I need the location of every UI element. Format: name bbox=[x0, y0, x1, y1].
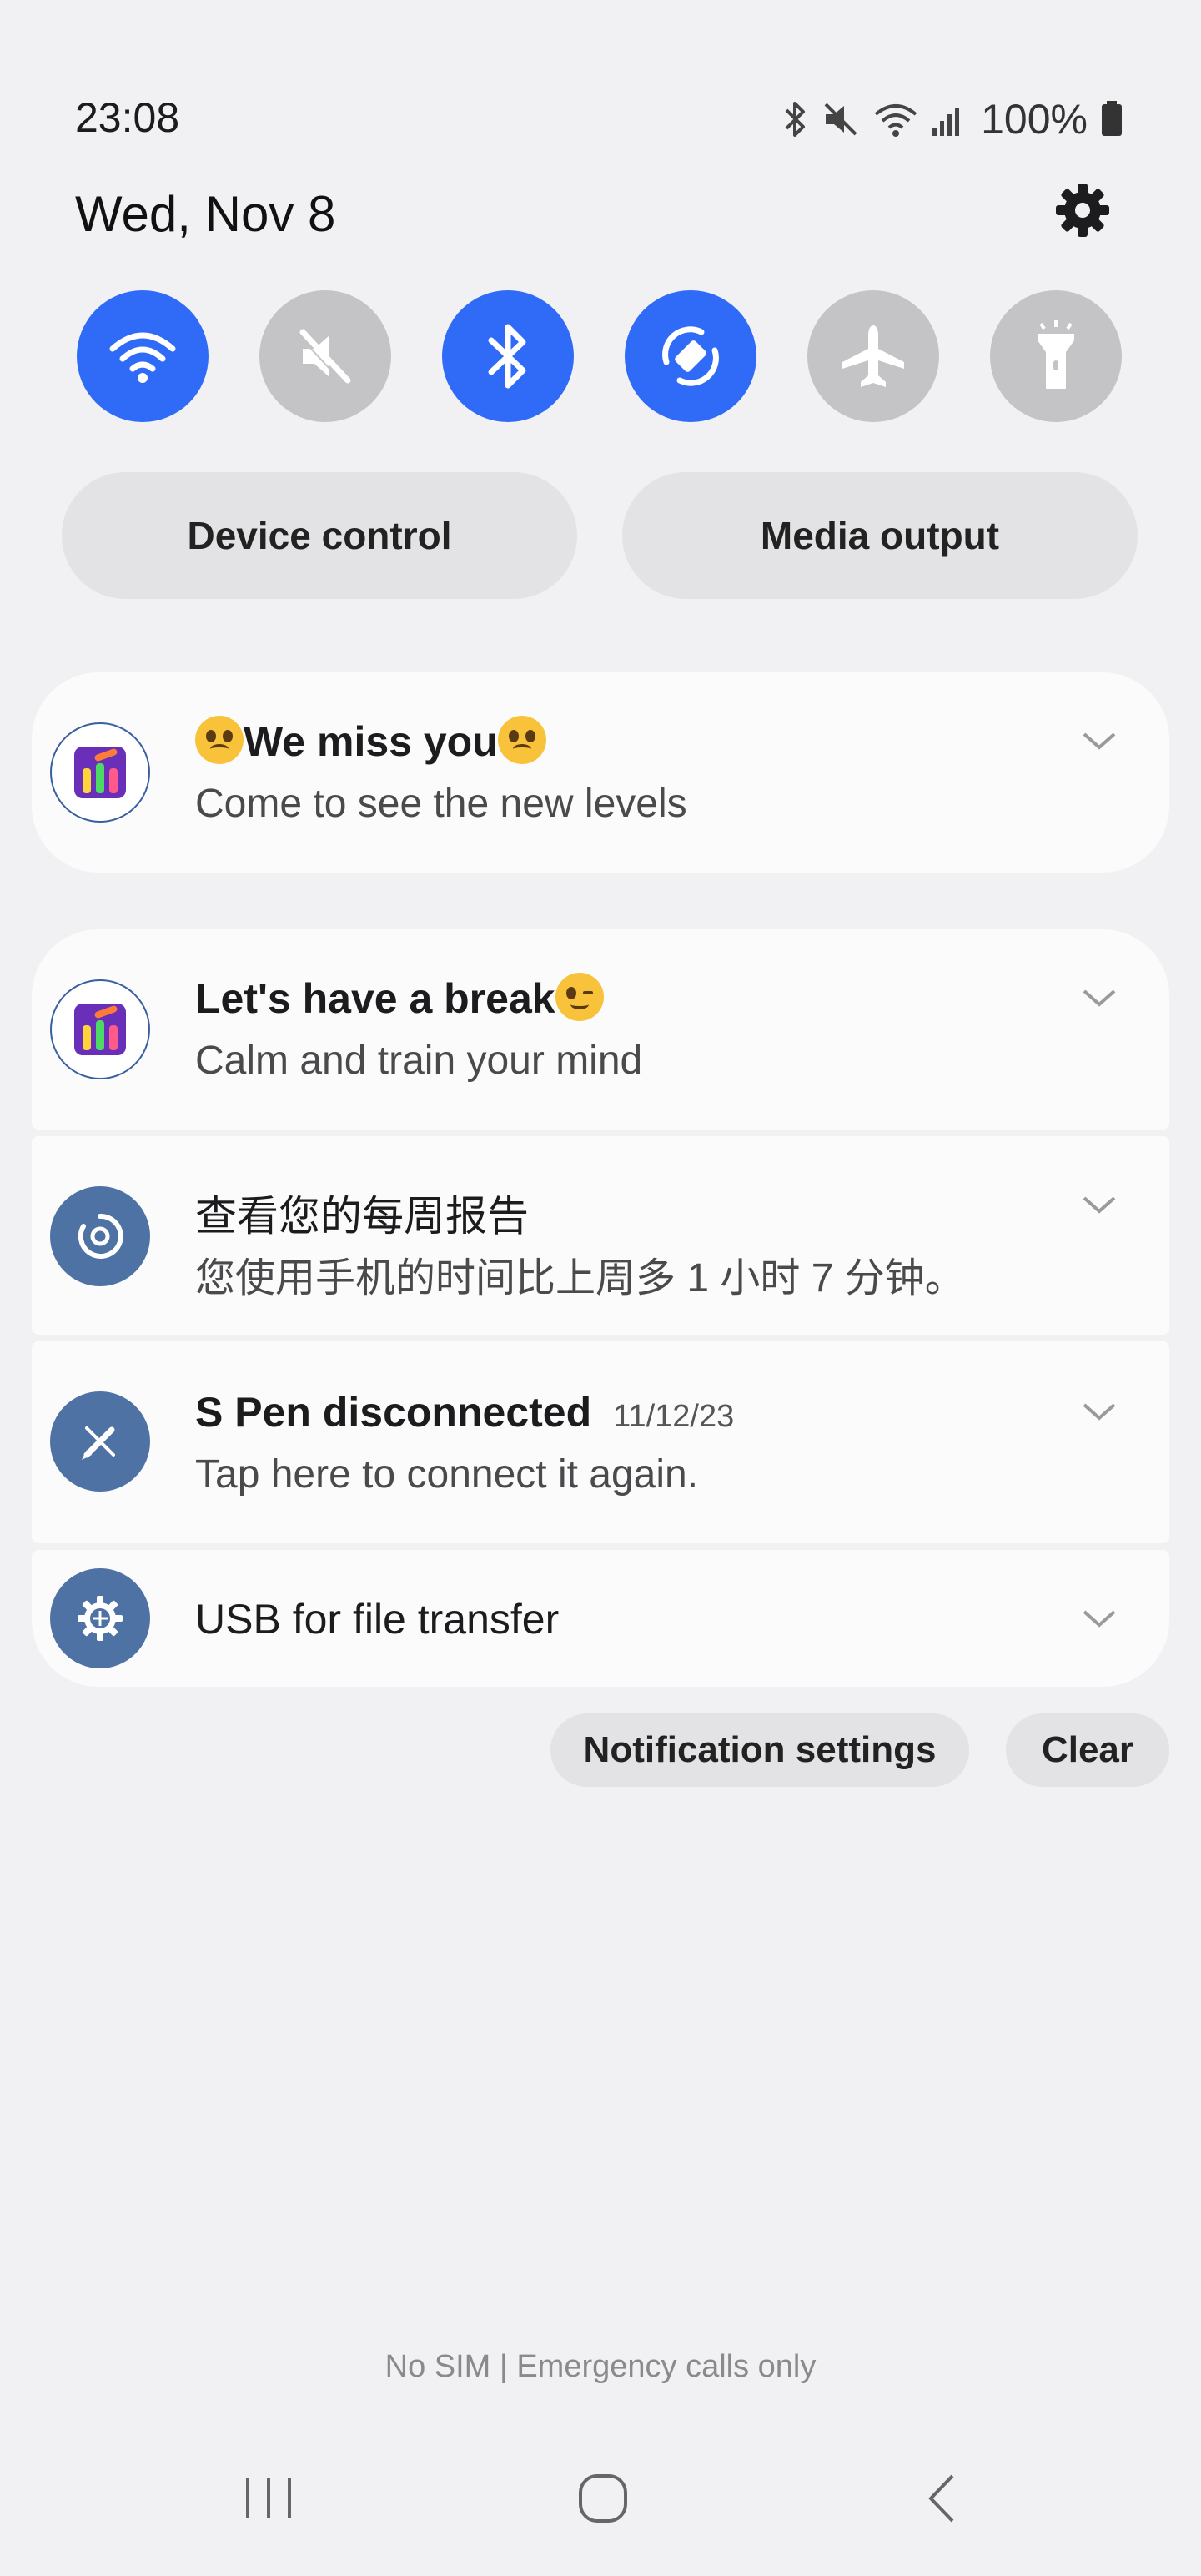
bluetooth-icon bbox=[785, 102, 806, 137]
media-output-button[interactable]: Media output bbox=[622, 472, 1138, 599]
notification-settings-button[interactable]: Notification settings bbox=[550, 1713, 969, 1787]
auto-rotate-toggle[interactable] bbox=[625, 290, 756, 422]
rotate-icon bbox=[662, 326, 719, 386]
clear-button[interactable]: Clear bbox=[1006, 1713, 1169, 1787]
status-icons: 100% bbox=[781, 90, 1124, 148]
sound-toggle[interactable] bbox=[259, 290, 391, 422]
status-time: 23:08 bbox=[75, 94, 180, 141]
mute-icon bbox=[824, 103, 857, 136]
notification-body: 您使用手机的时间比上周多 1 小时 7 分钟。 bbox=[195, 1256, 965, 1301]
airplane-mode-toggle[interactable] bbox=[807, 290, 939, 422]
back-button[interactable] bbox=[891, 2461, 991, 2536]
recent-apps-button[interactable] bbox=[219, 2461, 319, 2536]
notification-body: Tap here to connect it again. bbox=[195, 1452, 699, 1497]
usb-settings-icon bbox=[50, 1568, 150, 1668]
chevron-down-icon[interactable] bbox=[1081, 731, 1118, 752]
flashlight-toggle[interactable] bbox=[990, 290, 1122, 422]
signal-icon bbox=[932, 108, 960, 136]
battery-icon bbox=[1102, 101, 1122, 136]
pleading-face-emoji-icon bbox=[195, 716, 244, 764]
notification-body: Calm and train your mind bbox=[195, 1039, 643, 1083]
mute-icon bbox=[298, 329, 351, 385]
date-label: Wed, Nov 8 bbox=[75, 186, 336, 242]
back-icon bbox=[928, 2474, 954, 2523]
pleading-face-emoji-icon bbox=[497, 716, 546, 764]
sort-puzzle-app-icon bbox=[50, 722, 150, 823]
recent-apps-icon bbox=[246, 2478, 291, 2518]
notification-card[interactable] bbox=[32, 929, 1169, 1130]
wifi-icon bbox=[874, 104, 917, 137]
home-icon bbox=[579, 2474, 627, 2523]
digital-wellbeing-icon bbox=[50, 1186, 150, 1286]
carrier-status: No SIM | Emergency calls only bbox=[384, 2349, 817, 2384]
home-button[interactable] bbox=[553, 2461, 653, 2536]
s-pen-icon bbox=[50, 1391, 150, 1492]
flashlight-icon bbox=[1038, 320, 1074, 389]
notification-date: 11/12/23 bbox=[613, 1399, 735, 1434]
notification-title: USB for file transfer bbox=[195, 1596, 560, 1643]
notification-title: We miss you bbox=[195, 716, 546, 766]
winking-face-emoji-icon bbox=[555, 973, 604, 1021]
bluetooth-icon bbox=[488, 324, 526, 389]
wifi-icon bbox=[109, 332, 176, 383]
sort-puzzle-app-icon bbox=[50, 979, 150, 1079]
chevron-down-icon[interactable] bbox=[1081, 1401, 1118, 1423]
chevron-down-icon[interactable] bbox=[1081, 1608, 1118, 1630]
chevron-down-icon[interactable] bbox=[1081, 988, 1118, 1009]
device-control-button[interactable]: Device control bbox=[62, 472, 577, 599]
notification-title: S Pen disconnected 11/12/23 bbox=[195, 1389, 735, 1436]
wifi-toggle[interactable] bbox=[77, 290, 209, 422]
bluetooth-toggle[interactable] bbox=[442, 290, 574, 422]
notification-body: Come to see the new levels bbox=[195, 782, 687, 826]
notification-card[interactable] bbox=[32, 672, 1169, 873]
battery-percentage: 100% bbox=[981, 96, 1088, 143]
notification-card[interactable] bbox=[32, 1341, 1169, 1543]
notification-title: Let's have a break bbox=[195, 973, 604, 1023]
chevron-down-icon[interactable] bbox=[1081, 1195, 1118, 1216]
airplane-icon bbox=[842, 325, 904, 387]
notification-title: 查看您的每周报告 bbox=[195, 1193, 529, 1240]
settings-gear-icon[interactable] bbox=[1053, 180, 1113, 240]
